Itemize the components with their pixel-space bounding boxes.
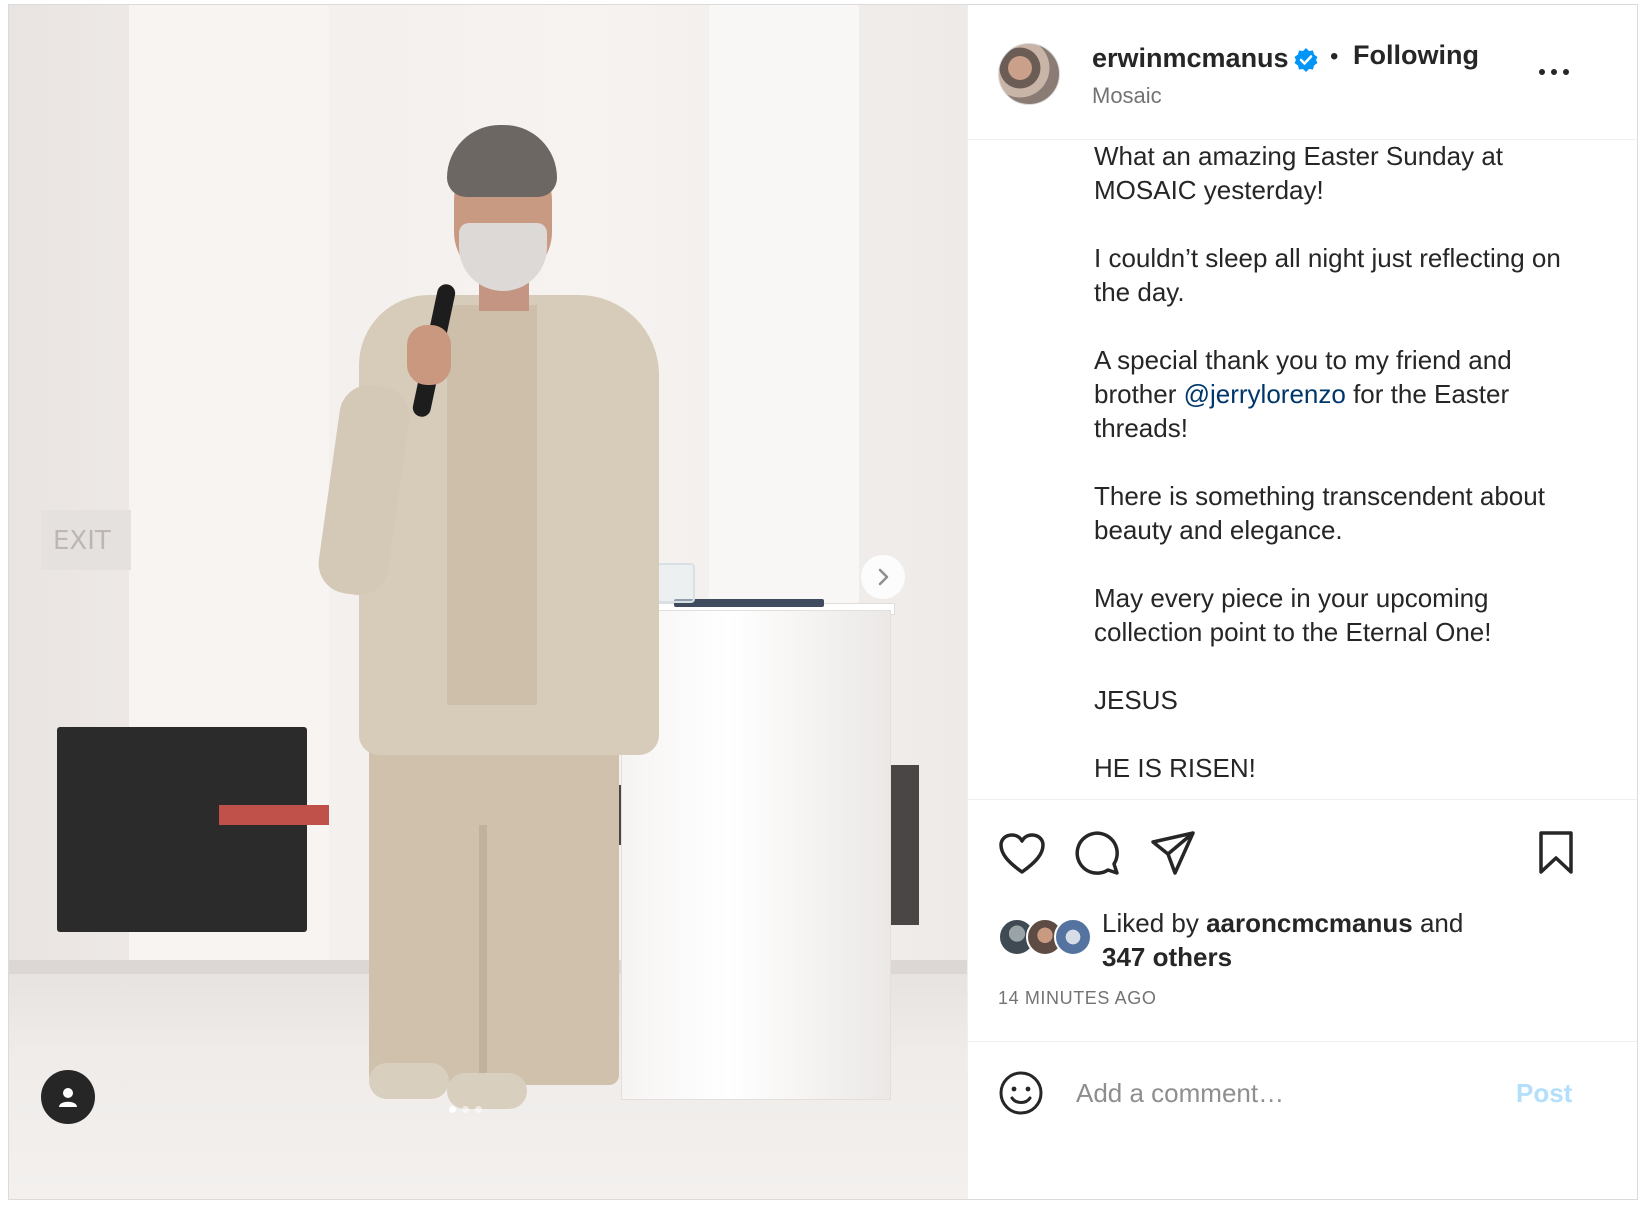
- carousel-indicator: [449, 1106, 482, 1113]
- liked-by-prefix: Liked by: [1102, 908, 1207, 938]
- username-link[interactable]: erwinmcmanus: [1092, 43, 1289, 74]
- post-dialog: EXIT erwinmcmanus • Following Mosaic Wha…: [8, 4, 1638, 1200]
- emoji-icon[interactable]: [998, 1070, 1044, 1116]
- liked-by-connector: and: [1412, 908, 1464, 938]
- caption-paragraph: There is something transcendent about be…: [1094, 481, 1545, 545]
- liker-avatars[interactable]: [998, 918, 1098, 958]
- post-caption: What an amazing Easter Sunday at MOSAIC …: [1094, 139, 1584, 799]
- carousel-dot: [462, 1106, 469, 1113]
- avatar[interactable]: [998, 43, 1060, 105]
- post-image[interactable]: EXIT: [9, 5, 967, 1199]
- comment-composer: Post: [968, 1041, 1637, 1162]
- caption-paragraph: May every piece in your upcoming collect…: [1094, 583, 1492, 647]
- separator-dot: •: [1330, 43, 1339, 70]
- comment-icon[interactable]: [1074, 830, 1120, 876]
- caption-paragraph: I couldn’t sleep all night just reflecti…: [1094, 243, 1561, 307]
- caption-paragraph: A special thank you to my friend and bro…: [1094, 343, 1584, 445]
- more-horizontal-icon[interactable]: [1534, 60, 1574, 84]
- location-link[interactable]: Mosaic: [1092, 83, 1162, 109]
- post-side-panel: erwinmcmanus • Following Mosaic What an …: [967, 5, 1637, 1199]
- send-icon[interactable]: [1150, 830, 1196, 876]
- beard: [459, 223, 547, 291]
- stage-equipment: [889, 765, 919, 925]
- mention-link[interactable]: @jerrylorenzo: [1184, 379, 1346, 409]
- following-button[interactable]: Following: [1353, 40, 1479, 71]
- tablet: [674, 599, 824, 607]
- exit-sign: EXIT: [41, 510, 131, 570]
- next-slide-button[interactable]: [861, 555, 905, 599]
- shirt: [447, 305, 537, 705]
- others-link[interactable]: 347 others: [1102, 942, 1232, 972]
- bookmark-icon[interactable]: [1536, 830, 1576, 876]
- shoe: [447, 1073, 527, 1109]
- stage-equipment: [219, 805, 329, 825]
- liked-by-text: Liked by aaroncmcmanus and 347 others: [1102, 906, 1522, 974]
- caption-paragraph: HE IS RISEN!: [1094, 753, 1256, 783]
- caption-paragraph: What an amazing Easter Sunday at MOSAIC …: [1094, 141, 1504, 205]
- speaker-person: [314, 125, 689, 1165]
- chevron-right-icon: [878, 568, 889, 586]
- liker-avatar: [1054, 918, 1092, 956]
- shoe: [369, 1063, 449, 1099]
- liker-username-link[interactable]: aaroncmcmanus: [1206, 908, 1413, 938]
- comment-input[interactable]: [1074, 1070, 1498, 1116]
- hand: [407, 325, 451, 385]
- post-comment-button[interactable]: Post: [1516, 1078, 1572, 1109]
- speaker-cabinet: [57, 727, 307, 932]
- tagged-users-button[interactable]: [41, 1070, 95, 1124]
- post-header: erwinmcmanus • Following Mosaic: [968, 5, 1637, 140]
- carousel-dot: [449, 1106, 456, 1113]
- post-timestamp[interactable]: 14 MINUTES AGO: [998, 988, 1156, 1009]
- carousel-dot: [475, 1106, 482, 1113]
- verified-badge-icon: [1294, 48, 1318, 72]
- user-tag-icon: [59, 1088, 77, 1107]
- heart-icon[interactable]: [998, 832, 1046, 876]
- caption-paragraph: JESUS: [1094, 685, 1178, 715]
- pants-crease: [479, 825, 487, 1085]
- hair: [447, 125, 557, 197]
